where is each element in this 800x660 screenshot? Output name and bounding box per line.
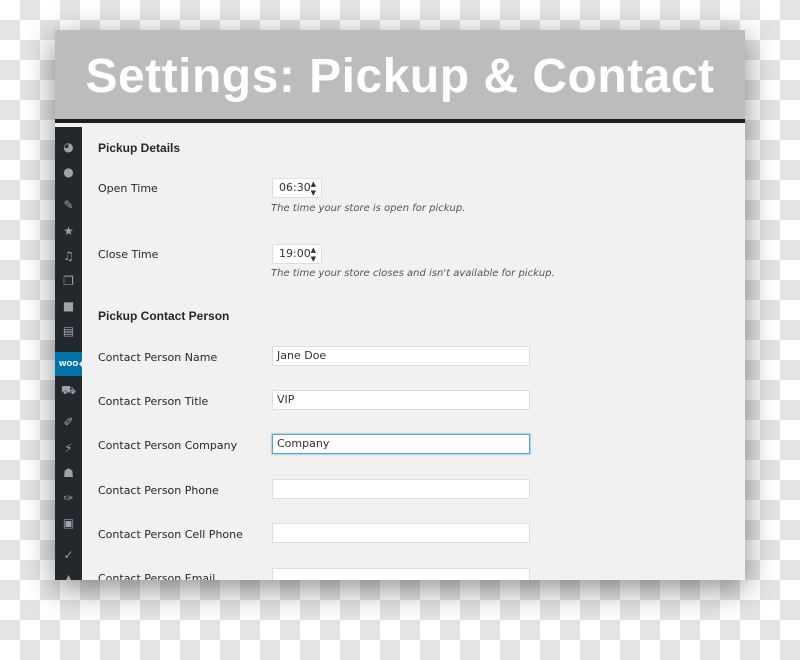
- close-time-value: 19:00: [279, 247, 311, 260]
- contact-heading: Pickup Contact Person: [98, 309, 230, 323]
- settings-icon[interactable]: ▣: [55, 513, 82, 533]
- contact-cell-phone-input[interactable]: [272, 523, 530, 543]
- open-time-label: Open Time: [98, 182, 158, 195]
- contact-name-label: Contact Person Name: [98, 351, 218, 364]
- plugins-icon[interactable]: ⚡: [55, 438, 82, 458]
- pin-icon[interactable]: ✎: [55, 195, 82, 215]
- contact-phone-label: Contact Person Phone: [98, 484, 219, 497]
- contact-title-label: Contact Person Title: [98, 395, 209, 408]
- contact-company-label: Contact Person Company: [98, 439, 238, 452]
- contact-name-input[interactable]: Jane Doe: [272, 346, 530, 366]
- tools-icon[interactable]: ✑: [55, 488, 82, 508]
- contact-company-input[interactable]: Company: [272, 434, 530, 454]
- pages-icon[interactable]: ❐: [55, 271, 82, 291]
- open-time-description: The time your store is open for pickup.: [271, 203, 466, 214]
- media-icon[interactable]: ♫: [55, 246, 82, 266]
- close-time-description: The time your store closes and isn't ava…: [271, 268, 555, 279]
- contact-phone-input[interactable]: [272, 479, 530, 499]
- star-icon[interactable]: ★: [55, 221, 82, 241]
- cart-icon[interactable]: ⛟: [55, 380, 82, 400]
- admin-sidebar: ◕ ● ✎ ★ ♫ ❐ ■ ▤ WOO ⛟ ✐ ⚡ ☗ ✑ ▣ ✓ ▴: [55, 127, 83, 580]
- open-time-value: 06:30: [279, 181, 311, 194]
- open-time-select[interactable]: 06:30 ▲ ▼: [272, 178, 322, 198]
- more-icon[interactable]: ▴: [55, 567, 82, 580]
- stepper-icon: ▲ ▼: [310, 180, 316, 197]
- comments-icon[interactable]: ■: [55, 296, 82, 316]
- jetpack-icon[interactable]: ●: [55, 162, 82, 182]
- stepper-icon: ▲ ▼: [310, 246, 316, 263]
- contact-cell-phone-label: Contact Person Cell Phone: [98, 528, 243, 541]
- page-title: Settings: Pickup & Contact: [85, 50, 715, 103]
- contact-email-input[interactable]: [272, 568, 530, 580]
- dashboard-icon[interactable]: ◕: [55, 137, 82, 157]
- contact-email-label: Contact Person Email: [98, 572, 216, 580]
- yoast-icon[interactable]: ✓: [55, 545, 82, 565]
- close-time-label: Close Time: [98, 248, 159, 261]
- woocommerce-icon[interactable]: WOO: [55, 352, 83, 376]
- title-banner: Settings: Pickup & Contact: [55, 30, 745, 123]
- users-icon[interactable]: ☗: [55, 463, 82, 483]
- contact-title-input[interactable]: VIP: [272, 390, 530, 410]
- forms-icon[interactable]: ▤: [55, 321, 82, 341]
- appearance-icon[interactable]: ✐: [55, 412, 82, 432]
- settings-window: Settings: Pickup & Contact ◕ ● ✎ ★ ♫ ❐ ■…: [55, 30, 745, 580]
- close-time-select[interactable]: 19:00 ▲ ▼: [272, 244, 322, 264]
- pickup-details-heading: Pickup Details: [98, 141, 181, 155]
